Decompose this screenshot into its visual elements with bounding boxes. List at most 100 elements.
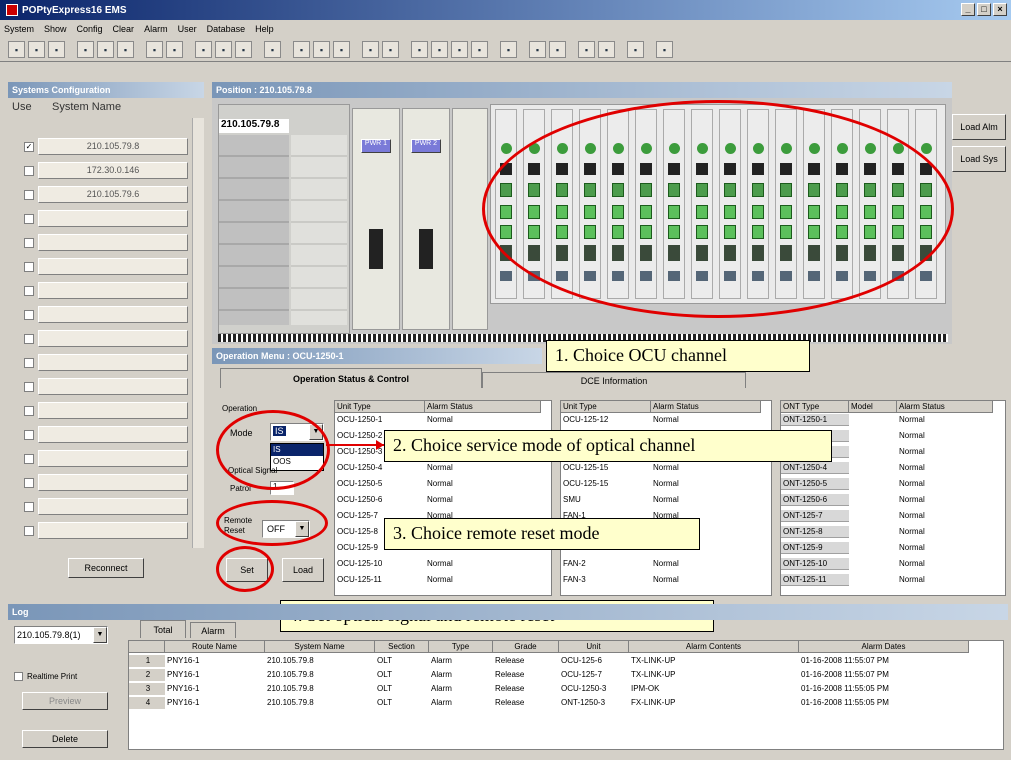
system-row[interactable] <box>8 450 200 468</box>
tab-operation-status[interactable]: Operation Status & Control <box>220 368 482 388</box>
log-icon[interactable]: ▪ <box>578 41 595 58</box>
undo-icon[interactable]: ▪ <box>146 41 163 58</box>
map-icon[interactable]: ▪ <box>471 41 488 58</box>
print-icon[interactable]: ▪ <box>48 41 65 58</box>
system-checkbox[interactable] <box>24 502 34 512</box>
map-icon[interactable]: ▪ <box>451 41 468 58</box>
system-name-button[interactable]: 210.105.79.6 <box>38 186 188 203</box>
system-checkbox[interactable] <box>24 262 34 272</box>
system-checkbox[interactable] <box>24 430 34 440</box>
system-name-button[interactable] <box>38 426 188 443</box>
close-button[interactable]: × <box>993 3 1007 16</box>
chart-icon[interactable]: ▪ <box>215 41 232 58</box>
system-checkbox[interactable] <box>24 286 34 296</box>
system-row[interactable] <box>8 474 200 492</box>
user-icon[interactable]: ▪ <box>382 41 399 58</box>
system-row[interactable] <box>8 210 200 228</box>
system-checkbox[interactable] <box>24 454 34 464</box>
tab-log-alarm[interactable]: Alarm <box>190 622 236 638</box>
load-button[interactable]: Load <box>282 558 324 582</box>
system-checkbox[interactable] <box>24 190 34 200</box>
help-icon[interactable]: ▪ <box>656 41 673 58</box>
system-name-button[interactable] <box>38 498 188 515</box>
system-name-button[interactable] <box>38 402 188 419</box>
system-row[interactable] <box>8 378 200 396</box>
view-icon[interactable]: ▪ <box>549 41 566 58</box>
system-row[interactable] <box>8 258 200 276</box>
menu-database[interactable]: Database <box>207 24 246 34</box>
user-icon[interactable]: ▪ <box>362 41 379 58</box>
system-row[interactable] <box>8 426 200 444</box>
load-alarm-button[interactable]: Load Alm <box>952 114 1006 140</box>
system-row[interactable] <box>8 330 200 348</box>
system-name-button[interactable]: 210.105.79.8 <box>38 138 188 155</box>
system-name-button[interactable] <box>38 330 188 347</box>
alarm-icon[interactable]: ▪ <box>500 41 517 58</box>
cut-icon[interactable]: ▪ <box>77 41 94 58</box>
system-row[interactable]: 172.30.0.146 <box>8 162 200 180</box>
system-name-button[interactable] <box>38 378 188 395</box>
system-row[interactable] <box>8 522 200 540</box>
realtime-print-option[interactable]: Realtime Print <box>14 672 77 681</box>
delete-button[interactable]: Delete <box>22 730 108 748</box>
disk-icon[interactable]: ▪ <box>264 41 281 58</box>
system-checkbox[interactable] <box>24 406 34 416</box>
menu-help[interactable]: Help <box>255 24 274 34</box>
system-name-button[interactable] <box>38 450 188 467</box>
system-checkbox[interactable] <box>24 166 34 176</box>
open-icon[interactable]: ▪ <box>28 41 45 58</box>
preview-button[interactable]: Preview <box>22 692 108 710</box>
save-icon[interactable]: ▪ <box>8 41 25 58</box>
rack-icon[interactable]: ▪ <box>333 41 350 58</box>
system-row[interactable] <box>8 306 200 324</box>
report-icon[interactable]: ▪ <box>235 41 252 58</box>
info-icon[interactable]: ▪ <box>627 41 644 58</box>
system-checkbox[interactable] <box>24 478 34 488</box>
system-row[interactable]: ✓ 210.105.79.8 <box>8 138 200 156</box>
grid-icon[interactable]: ▪ <box>195 41 212 58</box>
map-icon[interactable]: ▪ <box>411 41 428 58</box>
log-icon[interactable]: ▪ <box>598 41 615 58</box>
system-name-button[interactable] <box>38 474 188 491</box>
system-checkbox[interactable]: ✓ <box>24 142 34 152</box>
system-name-button[interactable] <box>38 522 188 539</box>
map-icon[interactable]: ▪ <box>431 41 448 58</box>
rack-icon[interactable]: ▪ <box>313 41 330 58</box>
system-checkbox[interactable] <box>24 310 34 320</box>
system-row[interactable]: 210.105.79.6 <box>8 186 200 204</box>
system-name-button[interactable] <box>38 282 188 299</box>
menu-show[interactable]: Show <box>44 24 67 34</box>
system-name-button[interactable] <box>38 258 188 275</box>
system-name-button[interactable] <box>38 306 188 323</box>
system-checkbox[interactable] <box>24 358 34 368</box>
system-checkbox[interactable] <box>24 334 34 344</box>
rack-icon[interactable]: ▪ <box>293 41 310 58</box>
system-name-button[interactable] <box>38 234 188 251</box>
menu-system[interactable]: System <box>4 24 34 34</box>
system-row[interactable] <box>8 498 200 516</box>
load-system-button[interactable]: Load Sys <box>952 146 1006 172</box>
system-name-button[interactable]: 172.30.0.146 <box>38 162 188 179</box>
system-checkbox[interactable] <box>24 526 34 536</box>
pwr1-slot[interactable]: PWR 1 <box>352 108 400 330</box>
system-chassis[interactable]: 210.105.79.8 <box>218 104 350 334</box>
realtime-print-checkbox[interactable] <box>14 672 23 681</box>
menu-config[interactable]: Config <box>77 24 103 34</box>
view-icon[interactable]: ▪ <box>529 41 546 58</box>
copy-icon[interactable]: ▪ <box>97 41 114 58</box>
chevron-down-icon[interactable]: ▼ <box>93 627 107 643</box>
minimize-button[interactable]: _ <box>961 3 975 16</box>
tab-log-total[interactable]: Total <box>140 620 186 638</box>
maximize-button[interactable]: □ <box>977 3 991 16</box>
system-checkbox[interactable] <box>24 382 34 392</box>
system-row[interactable] <box>8 402 200 420</box>
find-icon[interactable]: ▪ <box>166 41 183 58</box>
menu-alarm[interactable]: Alarm <box>144 24 168 34</box>
system-name-button[interactable] <box>38 354 188 371</box>
log-system-select[interactable]: 210.105.79.8(1) ▼ <box>14 626 108 644</box>
menu-user[interactable]: User <box>178 24 197 34</box>
system-name-button[interactable] <box>38 210 188 227</box>
system-row[interactable] <box>8 354 200 372</box>
system-checkbox[interactable] <box>24 238 34 248</box>
paste-icon[interactable]: ▪ <box>117 41 134 58</box>
